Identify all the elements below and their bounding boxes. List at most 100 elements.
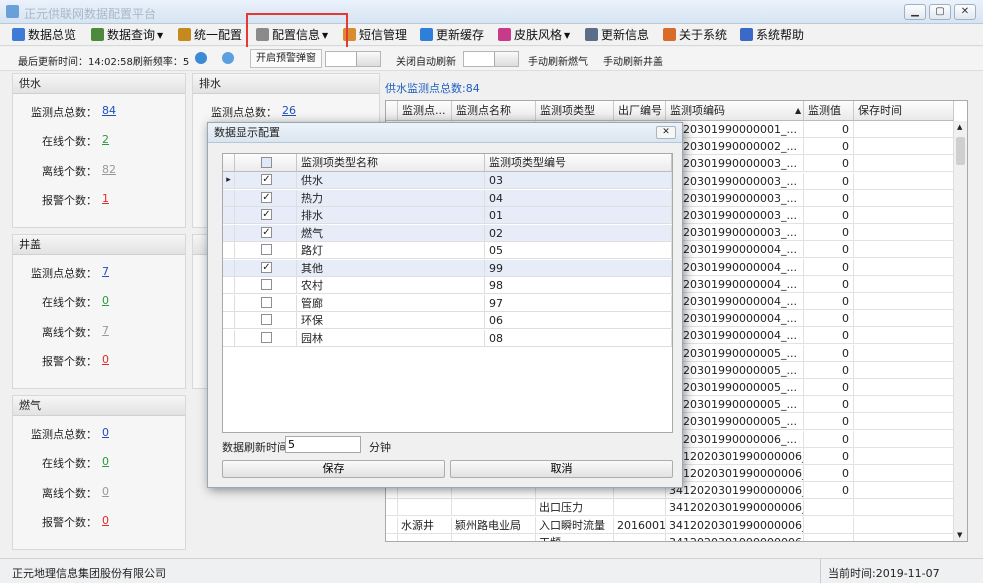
eye-icon[interactable]	[195, 52, 207, 64]
refresh-interval-input[interactable]	[285, 436, 361, 453]
checkbox-cell: ✓	[235, 189, 297, 207]
config-row[interactable]: ▸ ✓ 供水 03	[223, 172, 672, 189]
total-value[interactable]: 0	[102, 426, 109, 439]
config-row[interactable]: ✓ 排水 01	[223, 207, 672, 224]
menu-update-info[interactable]: 更新信息	[585, 24, 649, 46]
menu-help[interactable]: 系统帮助	[740, 24, 804, 46]
menu-skin[interactable]: 皮肤风格 ▼	[498, 24, 570, 46]
value-cell: 0	[804, 224, 854, 242]
vertical-scrollbar[interactable]: ▲ ▼	[953, 121, 967, 541]
row-checkbox[interactable]	[261, 296, 272, 308]
offline-value[interactable]: 0	[102, 485, 109, 498]
column-header[interactable]: 保存时间	[854, 101, 954, 121]
manual-refresh-well-button[interactable]: 手动刷新井盖	[603, 53, 663, 68]
row-header	[223, 312, 235, 329]
refresh-toggle[interactable]	[463, 51, 519, 67]
select-all-checkbox[interactable]	[261, 157, 272, 168]
online-value[interactable]: 0	[102, 455, 109, 468]
scroll-thumb[interactable]	[956, 137, 965, 165]
popup-toggle[interactable]	[325, 51, 381, 67]
maximize-button[interactable]: ▢	[929, 4, 951, 20]
row-checkbox[interactable]	[261, 314, 272, 325]
offline-value[interactable]: 7	[102, 324, 109, 337]
chevron-down-icon: ▼	[157, 31, 164, 40]
row-checkbox[interactable]	[261, 279, 272, 290]
code-cell: 2020301990000005_...	[666, 361, 804, 379]
panel-title: 燃气	[13, 396, 185, 416]
sort-ascending-icon: ▲	[795, 106, 802, 115]
manual-refresh-gas-button[interactable]: 手动刷新燃气	[528, 53, 588, 68]
menu-unified-config[interactable]: 统一配置	[178, 24, 242, 46]
config-row[interactable]: 路灯 05	[223, 242, 672, 259]
code-cell: 3412020301990000006_...	[666, 533, 804, 541]
config-row[interactable]: 农村 98	[223, 277, 672, 294]
row-checkbox[interactable]	[261, 331, 272, 343]
close-icon[interactable]: ✕	[656, 126, 676, 139]
select-all-header[interactable]	[235, 154, 297, 172]
config-row[interactable]: 环保 06	[223, 312, 672, 329]
minimize-button[interactable]: ▁	[904, 4, 926, 20]
table-row[interactable]: 出口压力 3412020301990000006_...	[386, 499, 954, 517]
total-value[interactable]: 7	[102, 265, 109, 278]
value-cell: 0	[804, 379, 854, 396]
config-row[interactable]: 管廊 97	[223, 294, 672, 312]
type-config-grid: 监测项类型名称 监测项类型编号 ▸ ✓ 供水 03 ✓ 热力 04 ✓ 排水 01 ✓ 燃气 02 路灯 0…	[222, 153, 673, 433]
type-name-cell: 燃气	[297, 224, 485, 242]
menu-sms[interactable]: 短信管理	[343, 24, 407, 46]
column-header[interactable]: 监测项编码	[666, 101, 804, 121]
cancel-button[interactable]: 取消	[450, 460, 673, 478]
column-header[interactable]: 监测点...	[398, 101, 452, 121]
row-checkbox[interactable]: ✓	[261, 226, 272, 238]
config-row[interactable]: ✓ 燃气 02	[223, 224, 672, 242]
column-header[interactable]: 监测点名称	[452, 101, 536, 121]
config-row[interactable]: 园林 08	[223, 329, 672, 347]
row-checkbox[interactable]: ✓	[261, 174, 272, 185]
type-code-cell: 03	[485, 172, 672, 189]
close-button[interactable]: ✕	[954, 4, 976, 20]
value-cell: 0	[804, 482, 854, 500]
alarm-value[interactable]: 1	[102, 192, 109, 205]
value-cell: 0	[804, 207, 854, 224]
menu-overview[interactable]: 数据总览	[12, 24, 76, 46]
type-code-cell: 01	[485, 207, 672, 224]
menu-query[interactable]: 数据查询 ▼	[91, 24, 163, 46]
column-header[interactable]: 监测项类型	[536, 101, 614, 121]
refresh-icon[interactable]	[222, 52, 234, 64]
highlight-box	[246, 13, 348, 50]
save-button[interactable]: 保存	[222, 460, 445, 478]
column-header[interactable]: 出厂编号	[614, 101, 666, 121]
row-checkbox[interactable]: ✓	[261, 261, 272, 273]
alarm-value[interactable]: 0	[102, 514, 109, 527]
open-popup-button[interactable]: 开启预警弹窗	[250, 49, 322, 68]
table-row[interactable]: 工频 3412020301990000006_...	[386, 533, 954, 541]
config-row[interactable]: ✓ 热力 04	[223, 189, 672, 207]
row-checkbox[interactable]: ✓	[261, 191, 272, 203]
config-row[interactable]: ✓ 其他 99	[223, 259, 672, 277]
row-checkbox[interactable]	[261, 244, 272, 255]
type-cell: 工频	[536, 533, 614, 541]
scroll-down-icon[interactable]: ▼	[957, 531, 962, 539]
code-cell: 3412020301990000006_...	[666, 516, 804, 534]
alarm-value[interactable]: 0	[102, 353, 109, 366]
menu-update-cache[interactable]: 更新缓存	[420, 24, 484, 46]
row-header	[223, 259, 235, 277]
total-value[interactable]: 26	[282, 104, 296, 117]
value-cell: 0	[804, 138, 854, 156]
value-cell: 0	[804, 465, 854, 482]
row-checkbox[interactable]: ✓	[261, 209, 272, 220]
type-code-cell: 02	[485, 224, 672, 242]
help-icon	[740, 28, 753, 41]
menu-about[interactable]: 关于系统	[663, 24, 727, 46]
last-update-text: 最后更新时间：14:02:58刷新频率：5	[18, 57, 190, 68]
type-name-cell: 农村	[297, 277, 485, 294]
column-header[interactable]: 监测项类型名称	[297, 154, 485, 172]
table-row[interactable]: 水源井颍州路电业局入口瞬时流量2016001534120203019900000…	[386, 516, 954, 534]
online-value[interactable]: 0	[102, 294, 109, 307]
scroll-up-icon[interactable]: ▲	[957, 123, 962, 131]
offline-value[interactable]: 82	[102, 163, 116, 176]
type-name-cell: 热力	[297, 189, 485, 207]
online-value[interactable]: 2	[102, 133, 109, 146]
total-value[interactable]: 84	[102, 104, 116, 117]
column-header[interactable]: 监测值	[804, 101, 854, 121]
column-header[interactable]: 监测项类型编号	[485, 154, 672, 172]
